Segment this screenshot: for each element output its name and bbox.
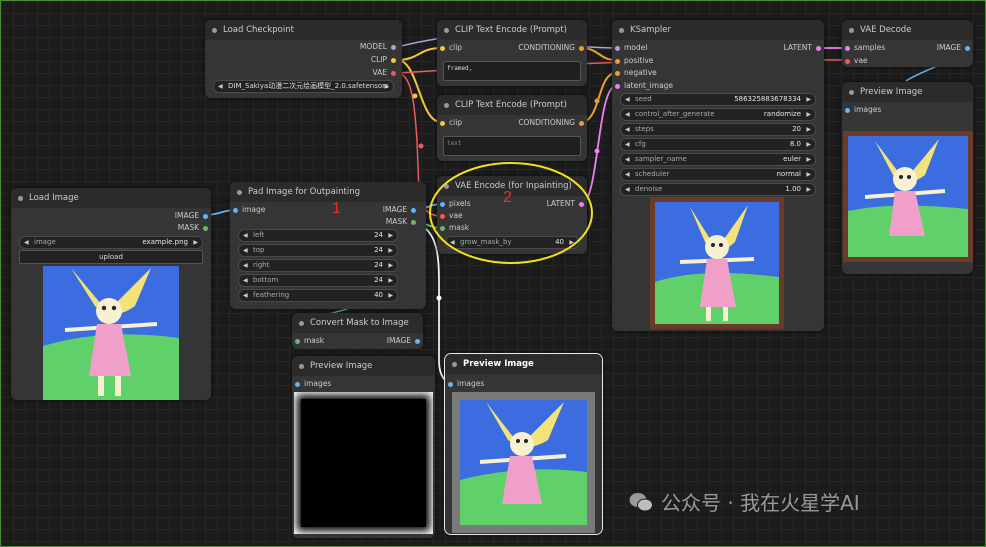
node-title[interactable]: Load Checkpoint <box>205 20 402 40</box>
prompt-textarea[interactable]: text <box>443 136 581 156</box>
node-title[interactable]: Load Image <box>11 188 211 208</box>
control-after-generate-widget[interactable]: ◀ control_after_generate randomize ▶ <box>620 108 816 121</box>
output-image[interactable]: IMAGE <box>383 205 416 215</box>
vae-decode-node[interactable]: VAE Decode samples vae IMAGE <box>842 20 973 67</box>
input-latent-image[interactable]: latent_image <box>615 81 673 91</box>
image-file-combo[interactable]: ◀ image example.png ▶ <box>19 236 203 249</box>
input-negative[interactable]: negative <box>615 68 657 78</box>
ksampler-preview-image <box>650 197 784 329</box>
scheduler-widget[interactable]: ◀ scheduler normal ▶ <box>620 168 816 181</box>
clip-text-encode-negative-node[interactable]: CLIP Text Encode (Prompt) clip CONDITION… <box>437 95 587 161</box>
watermark: 公众号 · 我在火星学AI <box>629 487 860 518</box>
top-widget[interactable]: ◀ top 24 ▶ <box>238 244 398 257</box>
input-clip[interactable]: clip <box>440 43 462 53</box>
output-latent[interactable]: LATENT <box>784 43 821 53</box>
cfg-widget[interactable]: ◀ cfg 8.0 ▶ <box>620 138 816 151</box>
node-graph-canvas[interactable]: Load Checkpoint MODEL CLIP VAE ◀ DIM_Saki… <box>0 0 986 547</box>
input-images[interactable]: images <box>448 379 484 389</box>
output-conditioning[interactable]: CONDITIONING <box>518 43 584 53</box>
annotation-2: 2 <box>503 189 512 206</box>
feathering-widget[interactable]: ◀ feathering 40 ▶ <box>238 289 398 302</box>
output-mask[interactable]: MASK <box>386 217 416 227</box>
input-images[interactable]: images <box>295 379 331 389</box>
preview-image-output-node[interactable]: Preview Image images <box>842 82 973 274</box>
output-image[interactable]: IMAGE <box>387 336 420 346</box>
denoise-widget[interactable]: ◀ denoise 1.00 ▶ <box>620 183 816 196</box>
ksampler-node[interactable]: KSampler model positive negative latent_… <box>612 20 824 331</box>
input-girl-drawing <box>43 266 179 400</box>
seed-widget[interactable]: ◀ seed 586325883678334 ▶ <box>620 93 816 106</box>
output-vae[interactable]: VAE <box>372 68 396 78</box>
output-image[interactable]: IMAGE <box>175 211 208 221</box>
input-positive[interactable]: positive <box>615 56 653 66</box>
load-checkpoint-node[interactable]: Load Checkpoint MODEL CLIP VAE ◀ DIM_Saki… <box>205 20 402 98</box>
node-title[interactable]: KSampler <box>612 20 824 40</box>
preview-image-mask-node[interactable]: Preview Image images <box>292 356 435 538</box>
node-title[interactable]: Preview Image <box>445 354 602 374</box>
node-title[interactable]: Preview Image <box>842 82 973 102</box>
input-images[interactable]: images <box>845 105 881 115</box>
node-title[interactable]: Pad Image for Outpainting <box>230 182 426 202</box>
node-title[interactable]: VAE Decode <box>842 20 973 40</box>
node-title[interactable]: Convert Mask to Image <box>292 313 423 333</box>
input-clip[interactable]: clip <box>440 118 462 128</box>
node-title[interactable]: CLIP Text Encode (Prompt) <box>437 95 587 115</box>
sampler-name-widget[interactable]: ◀ sampler_name euler ▶ <box>620 153 816 166</box>
input-image[interactable]: image <box>233 205 265 215</box>
loaded-image <box>43 266 179 400</box>
convert-mask-to-image-node[interactable]: Convert Mask to Image mask IMAGE <box>292 313 423 349</box>
annotation-1: 1 <box>332 200 341 217</box>
highlight-ellipse <box>429 162 593 264</box>
padded-preview-image <box>452 392 595 533</box>
output-girl-drawing <box>848 136 968 257</box>
output-clip[interactable]: CLIP <box>371 55 396 65</box>
node-title[interactable]: Preview Image <box>292 356 435 376</box>
right-widget[interactable]: ◀ right 24 ▶ <box>238 259 398 272</box>
pad-image-outpainting-node[interactable]: Pad Image for Outpainting image IMAGE MA… <box>230 182 426 309</box>
mask-preview-image <box>294 392 433 534</box>
preview-image-padded-node[interactable]: Preview Image images <box>444 353 603 535</box>
load-image-node[interactable]: Load Image IMAGE MASK ◀ image example.png ▶… <box>11 188 211 400</box>
input-samples[interactable]: samples <box>845 43 885 53</box>
node-title[interactable]: CLIP Text Encode (Prompt) <box>437 20 587 40</box>
bottom-widget[interactable]: ◀ bottom 24 ▶ <box>238 274 398 287</box>
final-output-image <box>843 131 973 262</box>
upload-button[interactable]: upload <box>19 250 203 264</box>
generated-girl-drawing <box>655 202 779 324</box>
prompt-textarea[interactable]: framed, <box>443 61 581 81</box>
clip-text-encode-positive-node[interactable]: CLIP Text Encode (Prompt) clip CONDITION… <box>437 20 587 86</box>
input-model[interactable]: model <box>615 43 647 53</box>
left-widget[interactable]: ◀ left 24 ▶ <box>238 229 398 242</box>
output-conditioning[interactable]: CONDITIONING <box>518 118 584 128</box>
input-mask[interactable]: mask <box>295 336 324 346</box>
steps-widget[interactable]: ◀ steps 20 ▶ <box>620 123 816 136</box>
output-model[interactable]: MODEL <box>360 42 396 52</box>
wechat-icon <box>629 491 653 518</box>
padded-girl-drawing <box>460 400 587 525</box>
output-mask[interactable]: MASK <box>178 223 208 233</box>
input-vae[interactable]: vae <box>845 56 868 66</box>
ckpt-name-combo[interactable]: ◀ DIM_Sakiya动漫二次元绘画模型_2.0.safetensors ▶ <box>213 80 394 93</box>
output-image[interactable]: IMAGE <box>937 43 970 53</box>
